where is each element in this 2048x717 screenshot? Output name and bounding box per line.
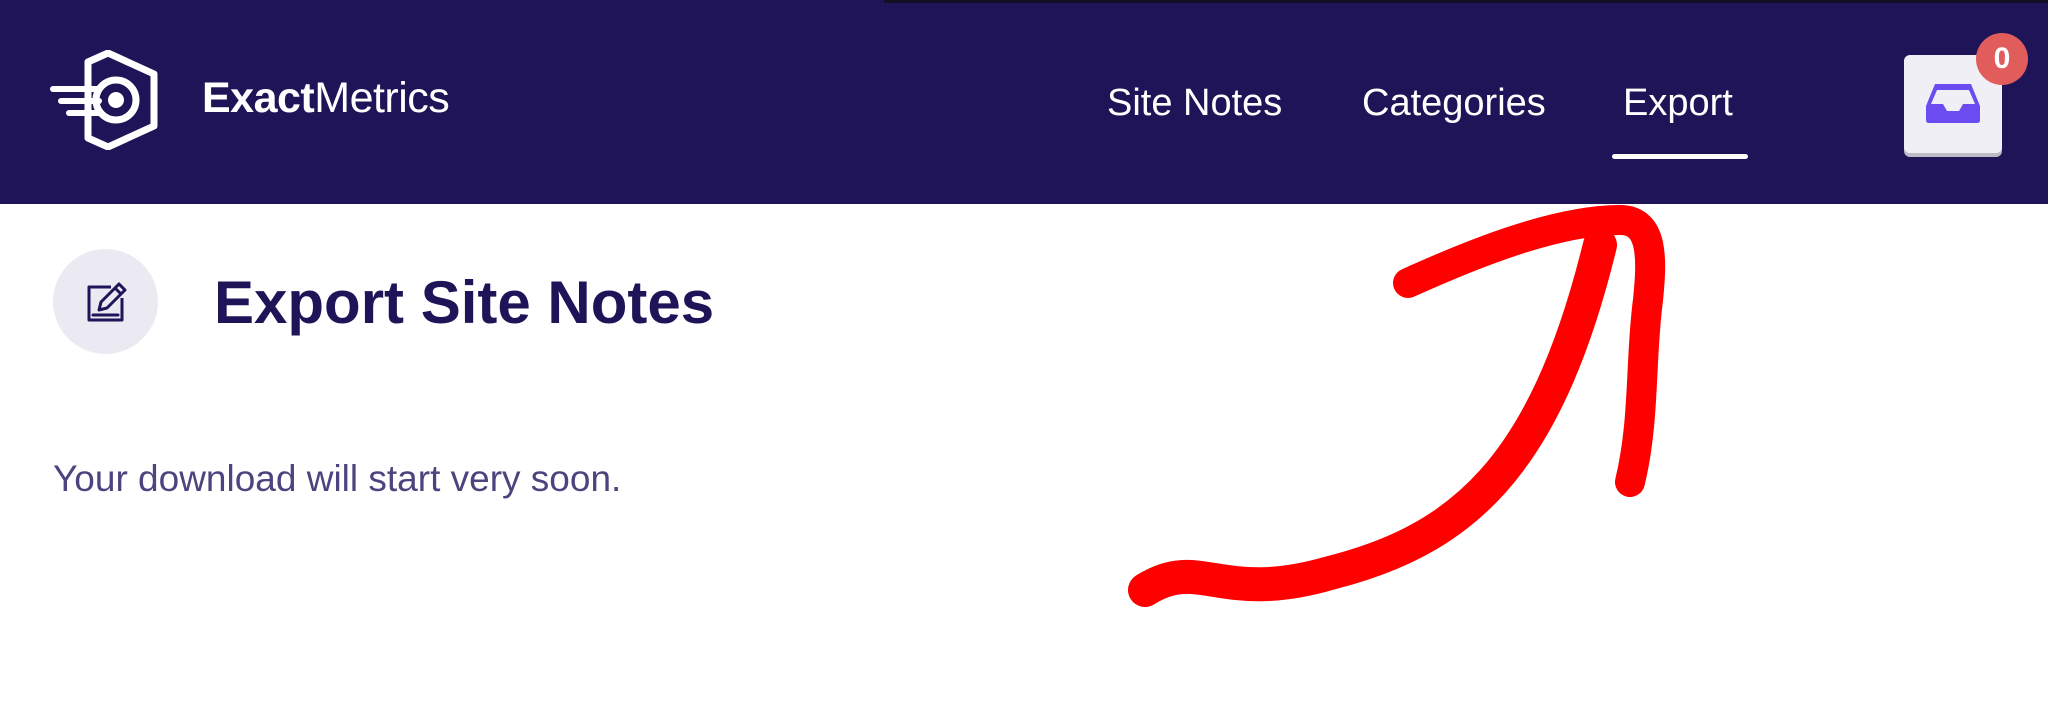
top-navigation-bar: ExactMetrics Site Notes Categories Expor… xyxy=(0,0,2048,204)
brand-name[interactable]: ExactMetrics xyxy=(202,74,450,123)
brand-name-regular: Metrics xyxy=(314,74,450,122)
download-status-message: Your download will start very soon. xyxy=(53,458,622,499)
inbox-icon xyxy=(1926,84,1980,123)
window-edge-strip xyxy=(884,0,2048,3)
page-title-icon-circle xyxy=(53,249,158,354)
nav-tab-categories[interactable]: Categories xyxy=(1362,82,1546,125)
page-title: Export Site Notes xyxy=(214,269,715,336)
edit-note-icon xyxy=(87,282,127,322)
nav-tab-export[interactable]: Export xyxy=(1623,82,1733,125)
brand-name-bold: Exact xyxy=(202,74,315,122)
nav-tab-site-notes[interactable]: Site Notes xyxy=(1107,82,1282,125)
active-tab-indicator xyxy=(1612,154,1748,159)
exactmetrics-logo-icon xyxy=(50,50,158,150)
notification-count-badge: 0 xyxy=(1976,33,2028,85)
